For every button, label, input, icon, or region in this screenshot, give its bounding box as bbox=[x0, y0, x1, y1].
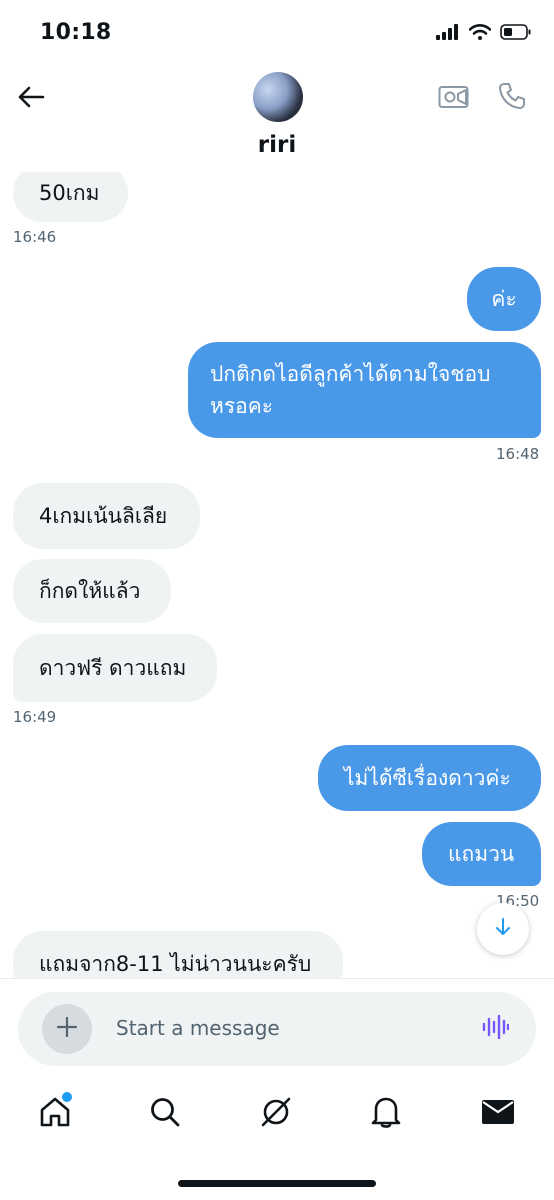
video-call-icon bbox=[438, 85, 470, 113]
message-timestamp: 16:49 bbox=[13, 708, 57, 726]
tab-grok[interactable] bbox=[254, 1092, 298, 1136]
contact-avatar[interactable] bbox=[253, 72, 303, 122]
message-bubble-outgoing[interactable]: ปกติกดไอดีลูกค้าได้ตามใจชอบ หรอคะ bbox=[188, 342, 541, 438]
tab-notifications[interactable] bbox=[364, 1092, 408, 1136]
message-input[interactable]: Start a message bbox=[116, 1016, 280, 1040]
message-bubble-outgoing[interactable]: แถมวน bbox=[422, 822, 541, 886]
message-bubble-outgoing[interactable]: ค่ะ bbox=[467, 267, 541, 331]
message-bubble-incoming[interactable]: 50เกม bbox=[13, 172, 128, 222]
home-indicator bbox=[178, 1180, 376, 1187]
grok-icon bbox=[259, 1095, 293, 1133]
back-button[interactable] bbox=[14, 82, 48, 116]
phone-call-button[interactable] bbox=[494, 80, 530, 116]
conversation-header: riri bbox=[0, 64, 554, 172]
arrow-down-icon bbox=[494, 917, 512, 941]
status-time: 10:18 bbox=[40, 20, 112, 45]
composer-divider bbox=[0, 978, 554, 979]
add-media-button[interactable] bbox=[42, 1004, 92, 1054]
plus-icon bbox=[56, 1016, 78, 1042]
back-arrow-icon bbox=[17, 85, 45, 113]
message-composer[interactable]: Start a message bbox=[18, 992, 536, 1066]
video-call-button[interactable] bbox=[436, 82, 472, 116]
scroll-to-bottom-button[interactable] bbox=[477, 903, 529, 955]
voice-wave-icon bbox=[481, 1013, 510, 1045]
voice-message-button[interactable] bbox=[480, 1014, 510, 1044]
status-bar: 10:18 bbox=[0, 0, 554, 64]
bell-icon bbox=[370, 1095, 402, 1133]
message-bubble-incoming[interactable]: ก็กดให้แล้ว bbox=[13, 559, 171, 623]
tab-messages[interactable] bbox=[476, 1092, 520, 1136]
message-bubble-incoming[interactable]: 4เกมเน้นลิเลีย bbox=[13, 483, 200, 549]
message-timestamp: 16:46 bbox=[13, 228, 57, 246]
status-icons bbox=[436, 22, 532, 46]
notification-dot bbox=[60, 1090, 74, 1104]
message-bubble-incoming[interactable]: แถมจาก8-11 ไม่น่าวนนะครับ bbox=[13, 931, 343, 978]
message-timestamp: 16:48 bbox=[496, 445, 540, 463]
search-icon bbox=[149, 1096, 181, 1132]
signal-icon bbox=[436, 24, 460, 44]
message-line: หรอคะ bbox=[210, 394, 274, 418]
message-thread[interactable]: 50เกม 16:46 ค่ะ ปกติกดไอดีลูกค้าได้ตามใจ… bbox=[0, 172, 554, 978]
bottom-tab-bar bbox=[0, 1082, 554, 1146]
tab-search[interactable] bbox=[143, 1092, 187, 1136]
phone-icon bbox=[497, 81, 527, 115]
battery-icon bbox=[500, 24, 532, 44]
message-line: ปกติกดไอดีลูกค้าได้ตามใจชอบ bbox=[210, 362, 491, 386]
contact-name[interactable]: riri bbox=[0, 132, 554, 158]
mail-icon bbox=[481, 1098, 515, 1130]
message-bubble-outgoing[interactable]: ไม่ได้ซีเรื่องดาวค่ะ bbox=[318, 745, 541, 811]
message-bubble-incoming[interactable]: ดาวฟรี ดาวแถม bbox=[13, 634, 217, 702]
wifi-icon bbox=[468, 24, 492, 44]
